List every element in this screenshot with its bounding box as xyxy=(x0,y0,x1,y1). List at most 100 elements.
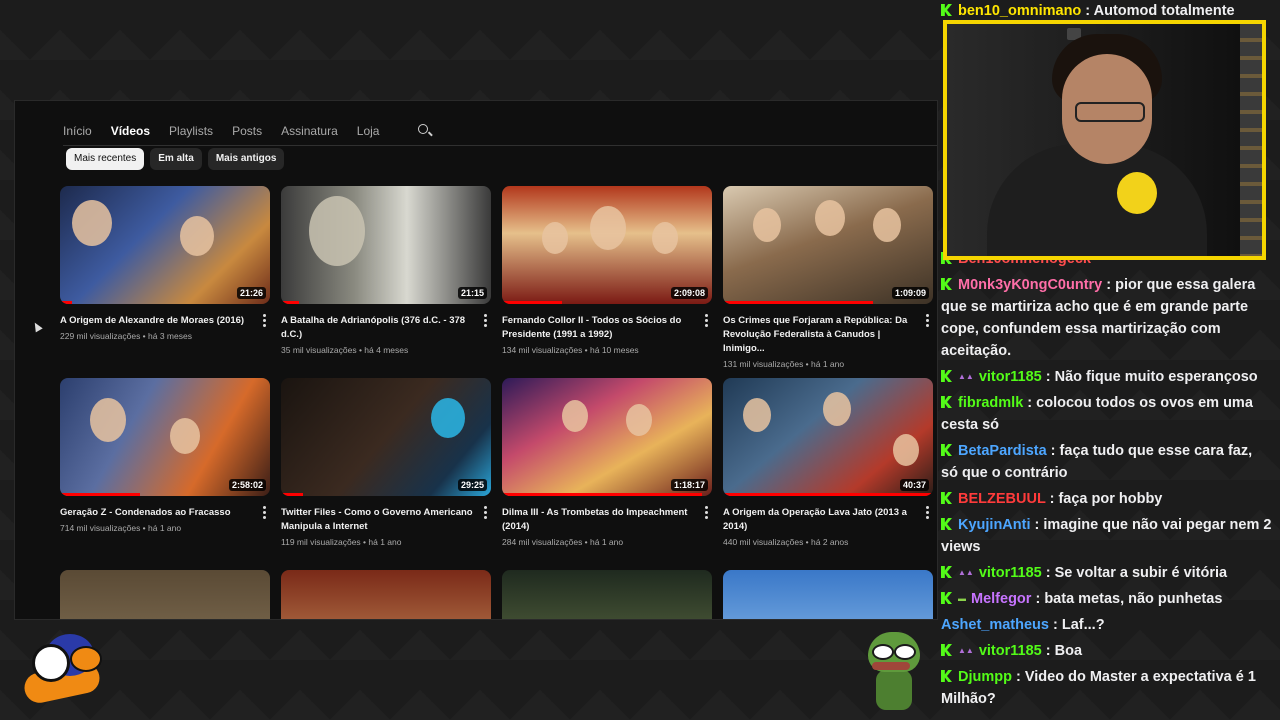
chat-username[interactable]: KyujinAnti xyxy=(958,517,1031,533)
more-options-icon[interactable] xyxy=(926,314,929,329)
tab-playlists[interactable]: Playlists xyxy=(169,124,213,138)
video-meta: 35 mil visualizações • há 4 meses xyxy=(281,345,409,355)
chat-username[interactable]: M0nk3yK0ngC0untry xyxy=(958,277,1102,293)
more-options-icon[interactable] xyxy=(484,314,487,329)
video-card[interactable] xyxy=(502,570,712,619)
chat-username[interactable]: Melfegor xyxy=(971,591,1031,607)
chat-message: Ashet_matheus : Laf...? xyxy=(941,617,1105,633)
microphone-icon xyxy=(1117,172,1157,214)
chat-username[interactable]: vitor1185 xyxy=(979,643,1042,659)
video-title[interactable]: Twitter Files - Como o Governo Americano… xyxy=(281,506,477,534)
watch-progress xyxy=(723,301,873,304)
more-options-icon[interactable] xyxy=(263,314,266,329)
chat-text: bata metas, não punhetas xyxy=(1044,591,1223,607)
kick-badge-icon xyxy=(941,4,952,16)
video-thumbnail[interactable]: 2:09:08 xyxy=(502,186,712,304)
chat-message: ▲▲ vitor1185 : Não fique muito esperanços… xyxy=(941,366,1273,388)
video-card[interactable]: 2:58:02 Geração Z - Condenados ao Fracas… xyxy=(60,378,270,533)
chat-message: ▲▲ vitor1185 : Boa xyxy=(941,640,1273,662)
chip-mais-recentes[interactable]: Mais recentes xyxy=(66,148,145,170)
video-card[interactable] xyxy=(60,570,270,619)
channel-tabs: Início Vídeos Playlists Posts Assinatura… xyxy=(63,123,432,139)
video-card[interactable]: 21:26 A Origem de Alexandre de Moraes (2… xyxy=(60,186,270,341)
chat-text: Automod totalmente xyxy=(1093,3,1235,19)
chat-username[interactable]: vitor1185 xyxy=(979,565,1042,581)
chat-message: M0nk3yK0ngC0untry : pior que essa galera… xyxy=(941,277,1256,359)
chat-message: KyujinAnti : imagine que não vai pegar n… xyxy=(941,517,1272,555)
chip-em-alta[interactable]: Em alta xyxy=(150,148,202,170)
video-thumbnail[interactable]: 29:25 xyxy=(281,378,491,496)
sort-chips: Mais recentes Em alta Mais antigos xyxy=(66,148,290,170)
video-thumbnail[interactable]: 1:18:17 xyxy=(502,378,712,496)
video-thumbnail[interactable] xyxy=(60,570,270,619)
subscriber-badge-icon: ▬ xyxy=(958,594,966,603)
video-card[interactable] xyxy=(281,570,491,619)
more-options-icon[interactable] xyxy=(484,506,487,521)
video-title[interactable]: Geração Z - Condenados ao Fracasso xyxy=(60,506,256,520)
tab-posts[interactable]: Posts xyxy=(232,124,262,138)
more-options-icon[interactable] xyxy=(263,506,266,521)
tab-assinatura[interactable]: Assinatura xyxy=(281,124,338,138)
video-meta: 119 mil visualizações • há 1 ano xyxy=(281,537,402,547)
video-thumbnail[interactable]: 21:15 xyxy=(281,186,491,304)
subscriber-badge-icon: ▲▲ xyxy=(958,646,974,655)
video-thumbnail[interactable]: 2:58:02 xyxy=(60,378,270,496)
video-card[interactable]: 1:09:09 Os Crimes que Forjaram a Repúbli… xyxy=(723,186,933,369)
more-options-icon[interactable] xyxy=(926,506,929,521)
kick-badge-icon xyxy=(941,518,952,530)
video-thumbnail[interactable] xyxy=(281,570,491,619)
kick-badge-icon xyxy=(941,492,952,504)
glasses-icon xyxy=(1075,102,1145,122)
video-thumbnail[interactable] xyxy=(502,570,712,619)
video-card[interactable]: 29:25 Twitter Files - Como o Governo Ame… xyxy=(281,378,491,547)
video-meta: 134 mil visualizações • há 10 meses xyxy=(502,345,639,355)
video-duration: 2:09:08 xyxy=(670,287,708,299)
video-duration: 40:37 xyxy=(899,479,929,491)
kick-badge-icon xyxy=(941,396,952,408)
subscriber-badge-icon: ▲▲ xyxy=(958,372,974,381)
video-title[interactable]: A Batalha de Adrianópolis (376 d.C. - 37… xyxy=(281,314,477,342)
video-card[interactable]: 40:37 A Origem da Operação Lava Jato (20… xyxy=(723,378,933,547)
chat-text: Boa xyxy=(1054,643,1083,659)
chat-username[interactable]: BetaPardista xyxy=(958,443,1047,459)
chip-mais-antigos[interactable]: Mais antigos xyxy=(207,148,285,170)
video-thumbnail[interactable]: 1:09:09 xyxy=(723,186,933,304)
video-thumbnail[interactable] xyxy=(723,570,933,619)
chat-username[interactable]: Djumpp xyxy=(958,669,1012,685)
video-title[interactable]: Dilma III - As Trombetas do Impeachment … xyxy=(502,506,698,534)
kick-badge-icon xyxy=(941,644,952,656)
chat-username[interactable]: Ashet_matheus xyxy=(941,617,1049,633)
kick-badge-icon xyxy=(941,592,952,604)
tab-loja[interactable]: Loja xyxy=(357,124,380,138)
video-title[interactable]: Fernando Collor II - Todos os Sócios do … xyxy=(502,314,698,342)
chat-username[interactable]: ben10_omnimano xyxy=(958,3,1081,19)
video-duration: 29:25 xyxy=(457,479,487,491)
video-title[interactable]: Os Crimes que Forjaram a República: Da R… xyxy=(723,314,919,356)
video-duration: 1:18:17 xyxy=(670,479,708,491)
video-duration: 2:58:02 xyxy=(228,479,266,491)
chat-message: ▲▲ vitor1185 : Se voltar a subir é vitóri… xyxy=(941,562,1273,584)
chat-message: BELZEBUUL : faça por hobby xyxy=(941,488,1273,510)
more-options-icon[interactable] xyxy=(705,506,708,521)
tab-videos[interactable]: Vídeos xyxy=(111,124,150,138)
video-card[interactable]: 2:09:08 Fernando Collor II - Todos os Só… xyxy=(502,186,712,355)
tab-inicio[interactable]: Início xyxy=(63,124,92,138)
chat-message: Djumpp : Video do Master a expectativa é… xyxy=(941,669,1256,707)
video-card[interactable]: 21:15 A Batalha de Adrianópolis (376 d.C… xyxy=(281,186,491,355)
video-thumbnail[interactable]: 21:26 xyxy=(60,186,270,304)
video-duration: 21:26 xyxy=(236,287,266,299)
chat-username[interactable]: BELZEBUUL xyxy=(958,491,1046,507)
search-icon[interactable] xyxy=(418,124,432,138)
chat-username[interactable]: vitor1185 xyxy=(979,369,1042,385)
video-title[interactable]: A Origem de Alexandre de Moraes (2016) xyxy=(60,314,256,328)
video-card[interactable] xyxy=(723,570,933,619)
chat-username[interactable]: fibradmlk xyxy=(958,395,1023,411)
video-card[interactable]: 1:18:17 Dilma III - As Trombetas do Impe… xyxy=(502,378,712,547)
more-options-icon[interactable] xyxy=(705,314,708,329)
chat-text: faça por hobby xyxy=(1058,491,1163,507)
video-thumbnail[interactable]: 40:37 xyxy=(723,378,933,496)
video-meta: 284 mil visualizações • há 1 ano xyxy=(502,537,624,547)
kick-badge-icon xyxy=(941,444,952,456)
video-title[interactable]: A Origem da Operação Lava Jato (2013 a 2… xyxy=(723,506,919,534)
pepe-frog-sticker xyxy=(862,628,924,712)
